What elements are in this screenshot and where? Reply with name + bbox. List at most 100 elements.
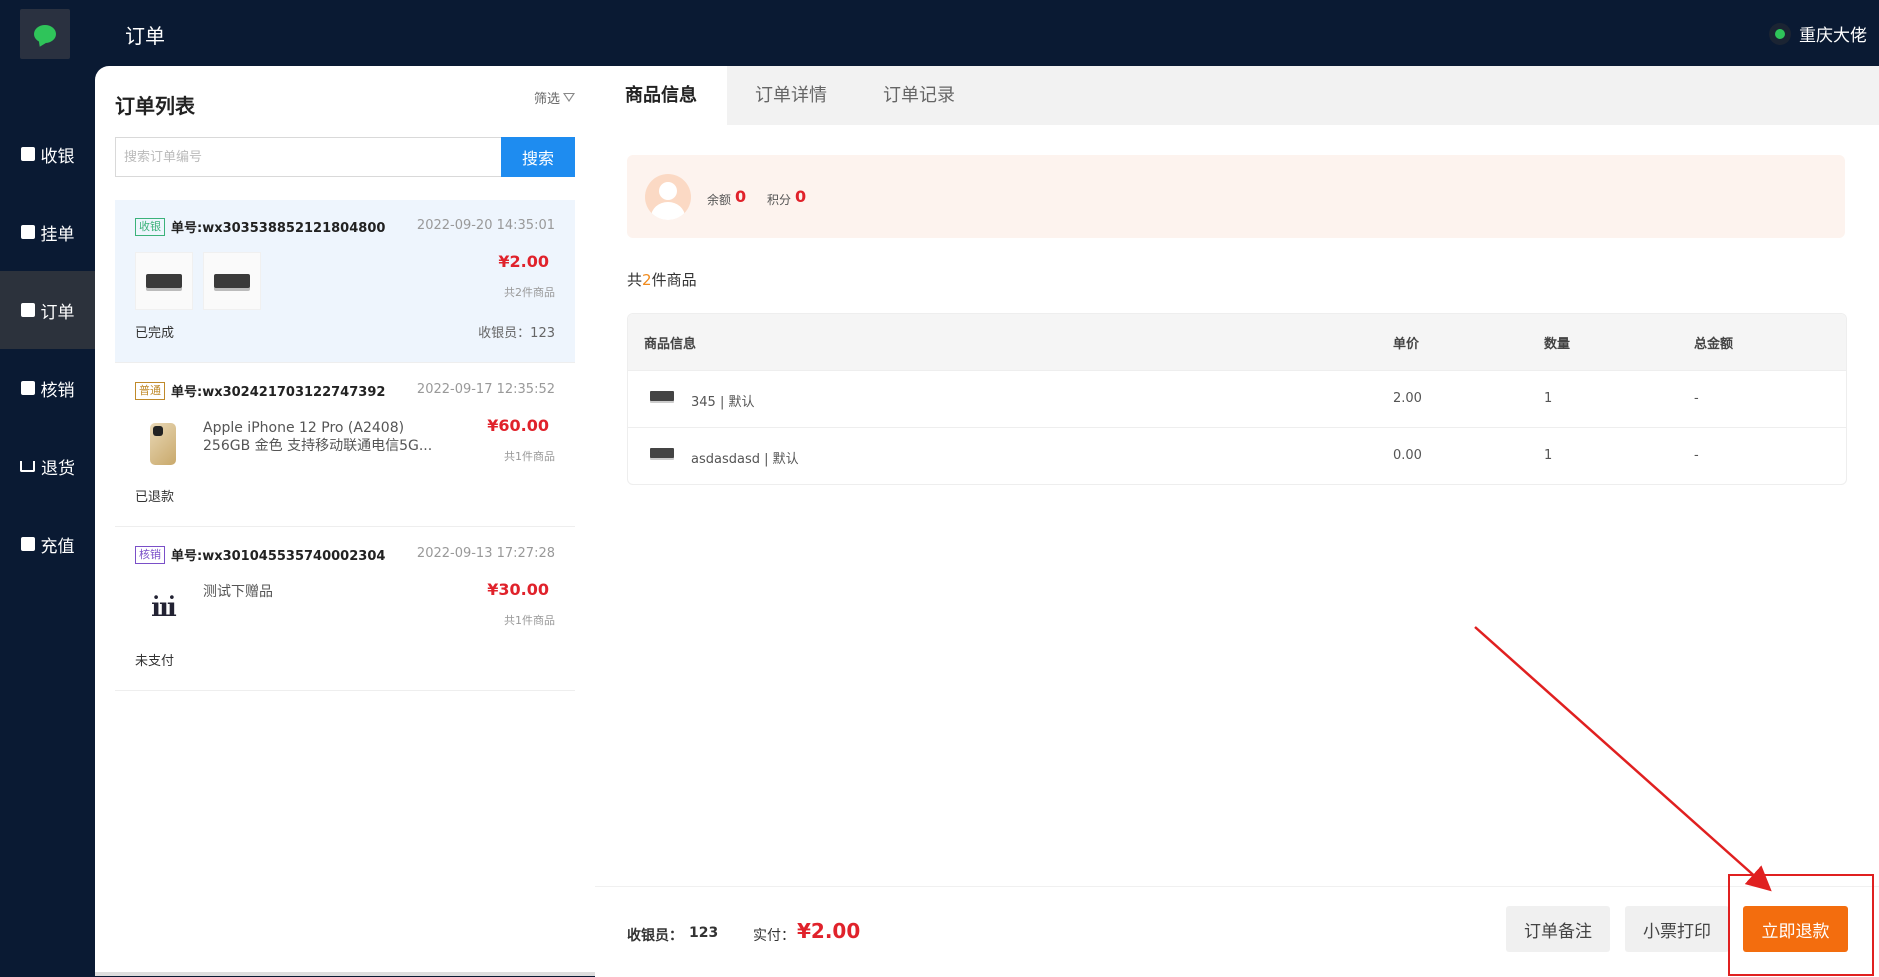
cashier-icon <box>20 147 35 161</box>
order-price: ¥30.00 <box>487 580 549 599</box>
sidebar-item-return[interactable]: 退货 <box>0 427 95 505</box>
col-unit-price: 单价 <box>1393 337 1420 352</box>
goods-name: asdasdasd | 默认 <box>691 452 799 467</box>
order-item-count: 共2件商品 <box>504 286 555 299</box>
funnel-icon <box>563 93 575 102</box>
goods-name: 345 | 默认 <box>691 395 755 410</box>
balance-label: 余额 <box>707 193 732 207</box>
order-footer: 收银员： 123 实付： ¥2.00 订单备注 小票打印 立即退款 <box>595 886 1879 977</box>
chat-bubble-icon <box>34 25 56 43</box>
sidebar-item-cashier[interactable]: 收银 <box>0 115 95 193</box>
cashier-label: 收银员： <box>627 928 683 944</box>
sidebar-item-label: 核销 <box>40 380 75 401</box>
order-price: ¥2.00 <box>498 252 549 271</box>
print-receipt-button[interactable]: 小票打印 <box>1625 906 1729 952</box>
order-card[interactable]: 核销 单号:wx301045535740002304 2022-09-13 17… <box>115 528 575 691</box>
goods-total: - <box>1694 391 1699 406</box>
phone-image <box>150 423 176 465</box>
order-number: 单号:wx301045535740002304 <box>171 549 386 564</box>
order-cashier: 收银员：123 <box>478 326 555 341</box>
table-row: asdasdasd | 默认 0.00 1 - <box>628 428 1846 484</box>
col-goods-info: 商品信息 <box>644 337 697 352</box>
order-time: 2022-09-20 14:35:01 <box>416 218 555 233</box>
order-time: 2022-09-13 17:27:28 <box>416 546 555 561</box>
sidebar-item-label: 充值 <box>40 536 75 557</box>
order-item-count: 共1件商品 <box>504 450 555 463</box>
goods-qty: 1 <box>1544 391 1553 406</box>
sidebar-item-label: 收银 <box>40 146 75 167</box>
paid-label: 实付： <box>753 928 795 944</box>
verify-icon <box>20 381 35 395</box>
paid-amount: ¥2.00 <box>797 919 861 943</box>
order-status: 未支付 <box>135 654 175 669</box>
order-time: 2022-09-17 12:35:52 <box>416 382 555 397</box>
refund-button[interactable]: 立即退款 <box>1743 906 1848 952</box>
cashier-value: 123 <box>689 925 719 941</box>
user-name: 重庆大佬 <box>1799 26 1867 46</box>
keyboard-image <box>146 274 182 288</box>
filter-label: 筛选 <box>533 92 560 107</box>
online-status-icon <box>1769 22 1791 45</box>
order-detail-panel: 商品信息 订单详情 订单记录 余额 0 积分 0 共2件商品 商品信息 单价 数… <box>595 66 1879 977</box>
product-thumbnail <box>203 252 261 310</box>
sidebar-item-label: 挂单 <box>40 224 75 245</box>
recharge-icon <box>20 537 35 551</box>
order-number: 单号:wx302421703122747392 <box>171 385 386 400</box>
order-status: 已完成 <box>135 326 175 341</box>
tab-order-record[interactable]: 订单记录 <box>855 66 983 125</box>
scrollbar[interactable] <box>95 972 595 976</box>
order-list-title: 订单列表 <box>115 94 195 118</box>
keyboard-image <box>650 448 674 458</box>
avatar <box>645 174 691 220</box>
goods-qty: 1 <box>1544 448 1553 463</box>
sidebar-item-hold[interactable]: 挂单 <box>0 193 95 271</box>
member-info: 余额 0 积分 0 <box>627 155 1845 238</box>
product-thumbnail <box>135 416 191 472</box>
sidebar: 收银 挂单 订单 核销 退货 充值 <box>0 66 95 976</box>
order-type-badge: 收银 <box>135 218 165 236</box>
points-label: 积分 <box>767 193 792 207</box>
sidebar-item-label: 退货 <box>41 458 75 479</box>
sidebar-item-verify[interactable]: 核销 <box>0 349 95 427</box>
app-logo <box>20 9 70 59</box>
balance-value: 0 <box>735 187 747 206</box>
goods-total: - <box>1694 448 1699 463</box>
col-quantity: 数量 <box>1544 337 1571 352</box>
goods-count: 共2件商品 <box>627 271 697 289</box>
order-card[interactable]: 普通 单号:wx302421703122747392 2022-09-17 12… <box>115 364 575 527</box>
table-row: 345 | 默认 2.00 1 - <box>628 371 1846 428</box>
order-status: 已退款 <box>135 490 175 505</box>
search-input[interactable] <box>115 137 501 177</box>
order-type-badge: 普通 <box>135 382 165 400</box>
order-icon <box>20 303 35 317</box>
goods-price: 0.00 <box>1393 448 1422 463</box>
tab-order-detail[interactable]: 订单详情 <box>727 66 855 125</box>
product-name: Apple iPhone 12 Pro (A2408) 256GB 金色 支持移… <box>203 420 433 454</box>
page-title: 订单 <box>125 24 165 48</box>
search-bar: 搜索 <box>115 137 575 177</box>
tab-bar: 商品信息 订单详情 订单记录 <box>595 66 1879 125</box>
sidebar-item-order[interactable]: 订单 <box>0 271 95 349</box>
order-card[interactable]: 收银 单号:wx303538852121804800 2022-09-20 14… <box>115 200 575 363</box>
order-number: 单号:wx303538852121804800 <box>171 221 386 236</box>
order-note-button[interactable]: 订单备注 <box>1506 906 1610 952</box>
order-price: ¥60.00 <box>487 416 549 435</box>
order-list-panel: 订单列表 筛选 搜索 收银 单号:wx303538852121804800 20… <box>95 66 595 976</box>
points-value: 0 <box>795 187 807 206</box>
keyboard-image <box>650 391 674 401</box>
goods-price: 2.00 <box>1393 391 1422 406</box>
sidebar-item-label: 订单 <box>40 302 75 323</box>
order-type-badge: 核销 <box>135 546 165 564</box>
top-bar: 订单 重庆大佬 <box>0 0 1879 66</box>
product-thumbnail <box>135 252 193 310</box>
tab-goods-info[interactable]: 商品信息 <box>595 66 727 125</box>
product-thumbnail: ı̇ıı̇ <box>135 580 191 636</box>
product-name: 测试下赠品 <box>203 584 273 600</box>
hold-icon <box>20 225 35 239</box>
search-button[interactable]: 搜索 <box>501 137 575 177</box>
user-menu[interactable]: 重庆大佬 <box>1769 21 1867 46</box>
table-header: 商品信息 单价 数量 总金额 <box>628 314 1846 371</box>
sidebar-item-recharge[interactable]: 充值 <box>0 505 95 583</box>
filter-button[interactable]: 筛选 <box>534 88 575 107</box>
gift-image: ı̇ıı̇ <box>151 593 177 623</box>
